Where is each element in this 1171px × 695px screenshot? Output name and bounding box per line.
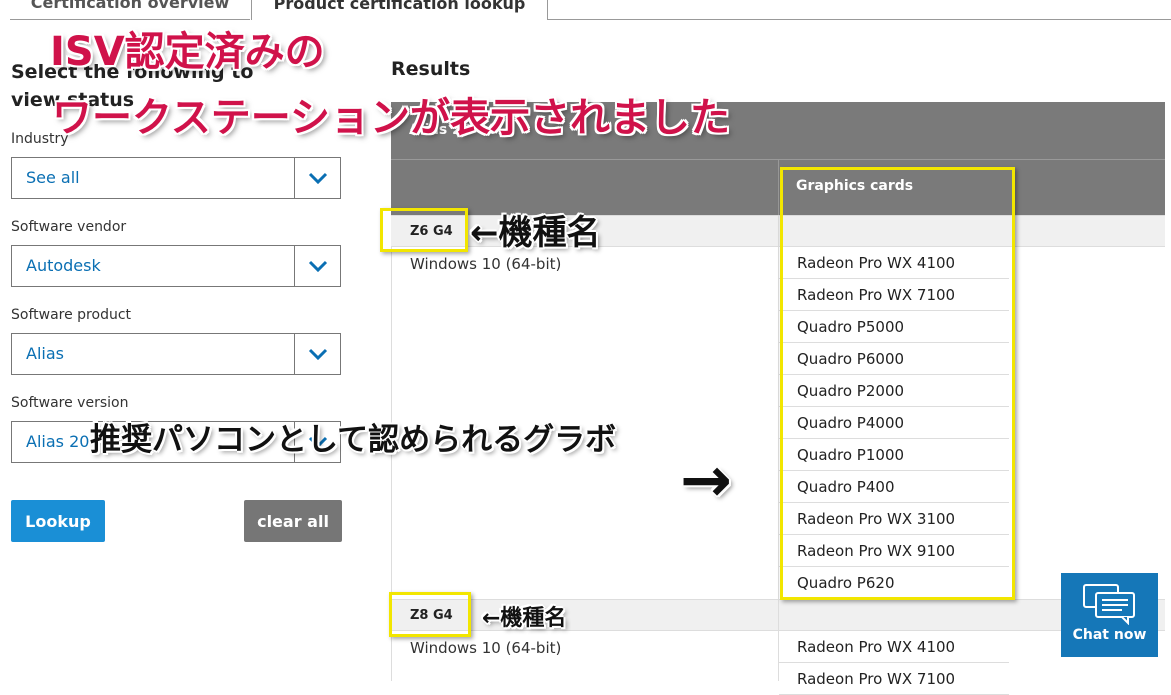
chat-bubble-icon: [1082, 584, 1135, 625]
os-label: Windows 10 (64-bit): [410, 255, 562, 273]
chevron-down-icon[interactable]: [294, 334, 340, 374]
product-select[interactable]: Alias: [11, 333, 341, 375]
tab-product-certification-lookup[interactable]: Product certification lookup: [251, 0, 548, 20]
annotation-model-label: ←機種名: [482, 606, 567, 631]
results-title: Results: [391, 58, 471, 80]
industry-value: See all: [26, 168, 80, 187]
tab-certification-overview[interactable]: Certification overview: [10, 0, 250, 20]
column-divider: [778, 160, 779, 216]
annotation-title-line1: ISV認定済みの: [50, 29, 325, 75]
lookup-button[interactable]: Lookup: [11, 500, 105, 542]
model-highlight-box: [380, 208, 468, 252]
tab-label: Certification overview: [30, 0, 230, 12]
product-value: Alias: [26, 344, 64, 363]
annotation-gpu-note: 推奨パソコンとして認められるグラボ: [90, 422, 617, 458]
tab-divider: [548, 19, 1171, 20]
chat-now-button[interactable]: Chat now: [1061, 573, 1158, 657]
vendor-label: Software vendor: [11, 219, 127, 235]
graphics-card-list: Radeon Pro WX 4100 Radeon Pro WX 7100: [779, 631, 1009, 695]
version-label: Software version: [11, 395, 129, 411]
column-divider: [778, 216, 779, 246]
clear-all-button[interactable]: clear all: [244, 500, 342, 542]
chat-label: Chat now: [1072, 627, 1147, 643]
industry-select[interactable]: See all: [11, 157, 341, 199]
vendor-value: Autodesk: [26, 256, 101, 275]
chevron-down-icon[interactable]: [294, 158, 340, 198]
chevron-down-icon[interactable]: [294, 246, 340, 286]
arrow-right-icon: →: [680, 443, 732, 516]
model-highlight-box: [389, 592, 471, 637]
list-item: Radeon Pro WX 4100: [779, 631, 1009, 663]
os-label: Windows 10 (64-bit): [410, 639, 562, 657]
version-value: Alias 20: [26, 432, 90, 451]
annotation-title-line2: ワークステーションが表示されました: [52, 95, 730, 141]
annotation-model-label: ←機種名: [470, 213, 601, 253]
graphics-cards-highlight-box: [780, 167, 1015, 600]
product-label: Software product: [11, 307, 132, 323]
vendor-select[interactable]: Autodesk: [11, 245, 341, 287]
column-divider: [778, 600, 779, 630]
list-item: Radeon Pro WX 7100: [779, 663, 1009, 695]
tab-label: Product certification lookup: [273, 0, 526, 13]
